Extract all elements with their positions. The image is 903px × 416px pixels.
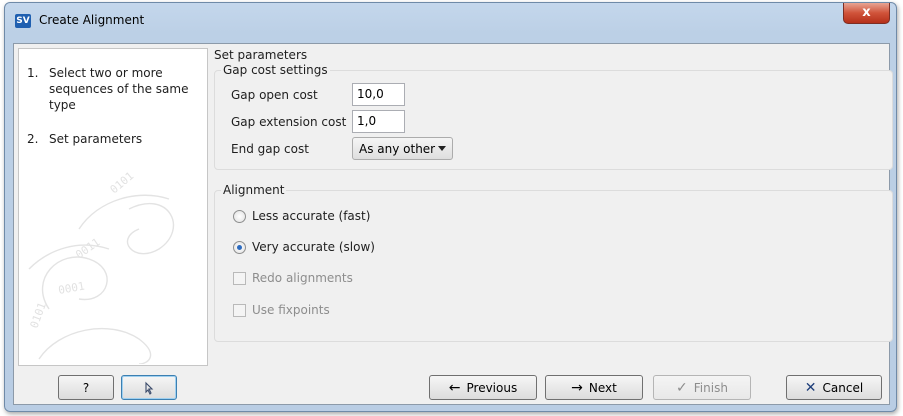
finish-label: Finish xyxy=(693,380,728,395)
redo-alignments-label: Redo alignments xyxy=(252,271,353,285)
gap-cost-group: Gap cost settings Gap open cost 10,0 Gap… xyxy=(214,63,893,170)
gap-extension-label: Gap extension cost xyxy=(231,115,347,129)
very-accurate-radio[interactable] xyxy=(233,240,246,254)
help-label: ? xyxy=(82,380,90,395)
reset-icon xyxy=(145,381,154,395)
title-bar: SV Create Alignment x xyxy=(5,3,896,35)
svg-text:0011: 0011 xyxy=(73,236,102,262)
arrow-left-icon: ← xyxy=(448,379,461,396)
step-set-parameters: 2. Set parameters xyxy=(27,131,199,147)
reset-button[interactable] xyxy=(121,375,177,400)
gap-open-label: Gap open cost xyxy=(231,88,318,102)
less-accurate-option[interactable]: Less accurate (fast) xyxy=(233,209,370,223)
step-select-sequences: 1. Select two or more sequences of the s… xyxy=(27,65,199,113)
svg-text:0101: 0101 xyxy=(108,169,137,196)
use-fixpoints-label: Use fixpoints xyxy=(252,303,330,317)
close-icon: ✕ xyxy=(804,379,817,396)
step-label: Set parameters xyxy=(49,132,143,146)
previous-button[interactable]: ← Previous xyxy=(429,375,537,400)
step-number: 1. xyxy=(27,66,39,80)
use-fixpoints-checkbox[interactable] xyxy=(233,303,246,317)
next-button[interactable]: → Next xyxy=(545,375,643,400)
dna-swirl-watermark: 0101 0011 0101 0001 xyxy=(28,169,175,364)
less-accurate-radio[interactable] xyxy=(233,209,246,223)
cancel-button[interactable]: ✕ Cancel xyxy=(786,375,882,400)
use-fixpoints-option[interactable]: Use fixpoints xyxy=(233,303,330,317)
redo-alignments-checkbox[interactable] xyxy=(233,271,246,285)
checkmark-icon: ✓ xyxy=(676,379,688,396)
less-accurate-label: Less accurate (fast) xyxy=(252,209,371,223)
arrow-right-icon: → xyxy=(571,379,583,396)
help-button[interactable]: ? xyxy=(58,375,114,400)
section-title: Set parameters xyxy=(214,48,308,62)
alignment-legend: Alignment xyxy=(221,183,287,197)
step-number: 2. xyxy=(27,132,39,146)
next-label: Next xyxy=(588,380,617,395)
app-icon: SV xyxy=(15,14,31,28)
wizard-steps-panel: 1. Select two or more sequences of the s… xyxy=(18,48,208,366)
redo-alignments-option[interactable]: Redo alignments xyxy=(233,271,353,285)
end-gap-dropdown[interactable]: As any other xyxy=(352,137,453,160)
step-label: Select two or more sequences of the same… xyxy=(49,66,189,112)
very-accurate-option[interactable]: Very accurate (slow) xyxy=(233,240,375,254)
end-gap-label: End gap cost xyxy=(231,142,309,156)
gap-extension-input[interactable]: 1,0 xyxy=(352,110,405,133)
close-button[interactable]: x xyxy=(843,3,890,24)
svg-text:0001: 0001 xyxy=(57,280,85,297)
cancel-label: Cancel xyxy=(822,380,864,395)
end-gap-value: As any other xyxy=(359,142,436,156)
dialog-window: SV Create Alignment x 1. Select two or m… xyxy=(4,2,897,412)
dialog-body: 1. Select two or more sequences of the s… xyxy=(13,43,893,405)
window-title: Create Alignment xyxy=(39,13,145,27)
alignment-group: Alignment Less accurate (fast) Very accu… xyxy=(214,183,893,342)
previous-label: Previous xyxy=(466,380,518,395)
gap-open-input[interactable]: 10,0 xyxy=(352,83,405,106)
very-accurate-label: Very accurate (slow) xyxy=(252,240,375,254)
finish-button[interactable]: ✓ Finish xyxy=(653,375,751,400)
svg-text:0101: 0101 xyxy=(28,301,49,330)
chevron-down-icon xyxy=(438,146,446,151)
gap-cost-legend: Gap cost settings xyxy=(221,63,330,77)
